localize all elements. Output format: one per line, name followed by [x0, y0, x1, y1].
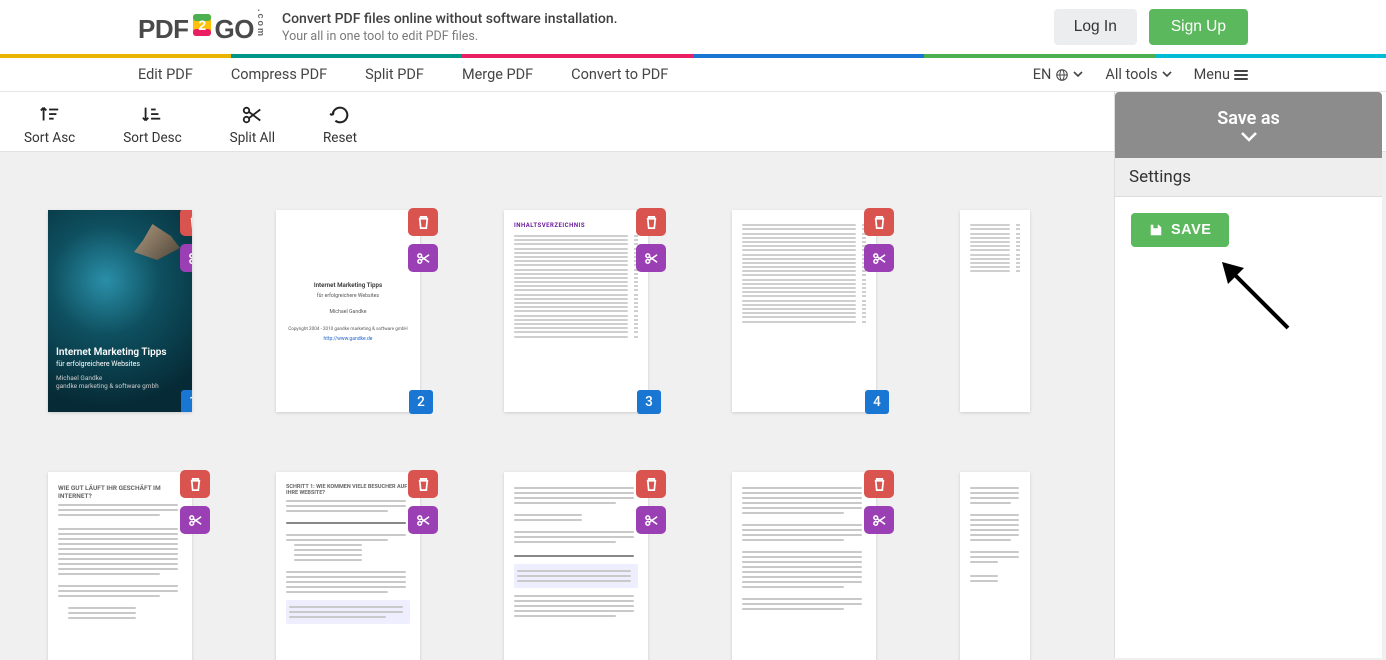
trash-icon: [644, 477, 659, 492]
page-thumbnail-7[interactable]: SCHRITT 1: WIE KOMMEN VIELE BESUCHER AUF…: [276, 472, 420, 660]
page-thumbnail-5[interactable]: [960, 210, 1030, 412]
globe-icon: [1055, 68, 1069, 82]
cover-subtitle: für erfolgreichere Websites: [56, 360, 184, 368]
page-thumbnail-10[interactable]: [960, 472, 1030, 660]
cut-page-button[interactable]: [636, 506, 666, 534]
delete-page-button[interactable]: [180, 470, 210, 498]
cut-page-button[interactable]: [636, 244, 666, 272]
delete-page-button[interactable]: [636, 208, 666, 236]
nav-convert-pdf[interactable]: Convert to PDF: [571, 66, 668, 83]
brand-icon: 2: [191, 12, 213, 38]
trash-icon: [188, 215, 193, 230]
reset-button[interactable]: Reset: [323, 98, 357, 151]
signup-button[interactable]: Sign Up: [1149, 9, 1248, 45]
page-thumbnail-6[interactable]: WIE GUT LÄUFT IHR GESCHÄFT IM INTERNET?: [48, 472, 192, 660]
trash-icon: [644, 215, 659, 230]
page-number-badge: 3: [637, 390, 661, 414]
brand-suffix: GO: [215, 14, 254, 45]
cut-page-button[interactable]: [408, 244, 438, 272]
svg-text:2: 2: [198, 17, 206, 33]
scissors-icon: [872, 513, 887, 528]
page-thumbnail-4[interactable]: 4: [732, 210, 876, 412]
settings-header: Settings: [1115, 158, 1382, 197]
brand-logo[interactable]: PDF 2 GO .com: [138, 9, 266, 45]
trash-icon: [872, 215, 887, 230]
chevron-down-icon: [1073, 71, 1083, 78]
split-all-button[interactable]: Split All: [230, 98, 275, 151]
top-bar: PDF 2 GO .com Convert PDF files online w…: [0, 0, 1386, 54]
tagline: Convert PDF files online without softwar…: [282, 11, 618, 44]
delete-page-button[interactable]: [408, 208, 438, 236]
chevron-down-icon: [1240, 131, 1258, 143]
cut-page-button[interactable]: [864, 244, 894, 272]
page-number-badge: 1: [181, 390, 192, 412]
hamburger-icon: [1234, 70, 1248, 80]
page-thumbnail-3[interactable]: INHALTSVERZEICHNIS 3: [504, 210, 648, 412]
sort-asc-button[interactable]: Sort Asc: [24, 98, 75, 151]
save-as-dropdown[interactable]: Save as: [1115, 92, 1382, 158]
sort-desc-button[interactable]: Sort Desc: [123, 98, 181, 151]
page-number-badge: 4: [865, 390, 889, 414]
delete-page-button[interactable]: [180, 210, 192, 236]
cut-page-button[interactable]: [864, 506, 894, 534]
settings-body: SAVE: [1115, 197, 1382, 263]
scissors-icon: [188, 251, 193, 266]
page-thumbnail-2[interactable]: Internet Marketing Tipps für erfolgreich…: [276, 210, 420, 412]
save-icon: [1149, 223, 1163, 237]
delete-page-button[interactable]: [408, 470, 438, 498]
brand-com: .com: [256, 9, 266, 38]
delete-page-button[interactable]: [864, 470, 894, 498]
delete-page-button[interactable]: [864, 208, 894, 236]
scissors-icon: [188, 513, 203, 528]
save-button[interactable]: SAVE: [1131, 213, 1229, 247]
page-grid: Internet Marketing Tipps für erfolgreich…: [0, 180, 1110, 660]
tagline-sub: Your all in one tool to edit PDF files.: [282, 29, 618, 44]
nav-split-pdf[interactable]: Split PDF: [365, 66, 424, 83]
main-nav: Edit PDF Compress PDF Split PDF Merge PD…: [0, 58, 1386, 92]
page-number-badge: 2: [409, 390, 433, 414]
nav-merge-pdf[interactable]: Merge PDF: [462, 66, 533, 83]
menu-button[interactable]: Menu: [1194, 66, 1248, 83]
cut-page-button[interactable]: [408, 506, 438, 534]
page-thumbnail-8[interactable]: [504, 472, 648, 660]
login-button[interactable]: Log In: [1054, 9, 1137, 45]
reset-icon: [329, 104, 351, 126]
trash-icon: [188, 477, 203, 492]
right-panel: Save as Settings SAVE: [1114, 92, 1382, 658]
nav-edit-pdf[interactable]: Edit PDF: [138, 66, 193, 83]
page-thumbnail-1[interactable]: Internet Marketing Tipps für erfolgreich…: [48, 210, 192, 412]
scissors-icon: [872, 251, 887, 266]
scissors-icon: [644, 513, 659, 528]
cover-title: Internet Marketing Tipps: [56, 347, 184, 359]
trash-icon: [416, 215, 431, 230]
all-tools-menu[interactable]: All tools: [1105, 66, 1171, 83]
cut-page-button[interactable]: [180, 506, 210, 534]
sort-desc-icon: [141, 104, 163, 126]
scissors-icon: [241, 104, 263, 126]
brand-prefix: PDF: [138, 14, 189, 45]
sort-asc-icon: [39, 104, 61, 126]
nav-compress-pdf[interactable]: Compress PDF: [231, 66, 327, 83]
scissors-icon: [416, 513, 431, 528]
chevron-down-icon: [1162, 71, 1172, 78]
scissors-icon: [644, 251, 659, 266]
rainbow-strip: [0, 54, 1386, 58]
cut-page-button[interactable]: [180, 244, 192, 272]
delete-page-button[interactable]: [636, 470, 666, 498]
language-selector[interactable]: EN: [1033, 66, 1084, 83]
tagline-main: Convert PDF files online without softwar…: [282, 11, 618, 27]
trash-icon: [416, 477, 431, 492]
page-thumbnail-9[interactable]: [732, 472, 876, 660]
trash-icon: [872, 477, 887, 492]
scissors-icon: [416, 251, 431, 266]
